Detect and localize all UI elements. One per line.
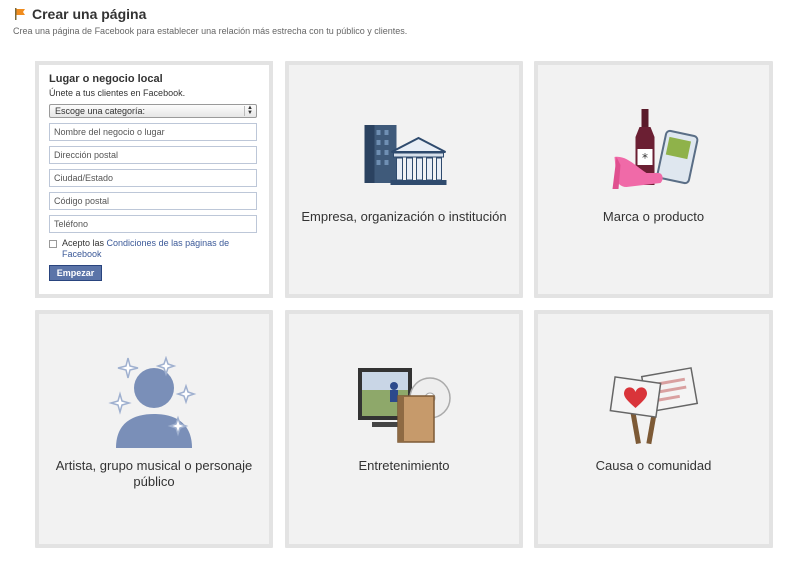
terms-checkbox[interactable]	[49, 240, 57, 248]
signs-icon	[606, 366, 701, 446]
form-title: Lugar o negocio local	[49, 73, 163, 85]
category-label-company: Empresa, organización o institución	[301, 209, 507, 224]
address-field[interactable]	[49, 146, 257, 164]
page-title: Crear una página	[32, 6, 147, 22]
city-field[interactable]	[49, 169, 257, 187]
category-tile-artist[interactable]: Artista, grupo musical o personaje públi…	[35, 310, 273, 548]
category-tile-brand[interactable]: * Marca o producto	[534, 61, 773, 298]
buildings-icon	[357, 120, 452, 190]
category-tile-company[interactable]: Empresa, organización o institución	[285, 61, 523, 298]
postal-code-field[interactable]	[49, 192, 257, 210]
category-select[interactable]: Escoge una categoría: ▲ ▼	[49, 104, 257, 118]
svg-text:*: *	[642, 151, 648, 165]
select-arrows-icon: ▲ ▼	[244, 105, 255, 116]
terms-row: Acepto las Condiciones de las páginas de…	[49, 238, 259, 260]
silhouette-icon	[104, 355, 204, 448]
phone-field[interactable]	[49, 215, 257, 233]
media-icon	[354, 366, 454, 446]
local-business-form: Lugar o negocio local Únete a tus client…	[35, 61, 273, 298]
category-select-label: Escoge una categoría:	[55, 106, 146, 116]
category-tile-cause[interactable]: Causa o comunidad	[534, 310, 773, 548]
flag-icon	[13, 7, 27, 21]
page-subtitle: Crea una página de Facebook para estable…	[13, 26, 408, 36]
terms-prefix: Acepto las	[62, 238, 107, 248]
start-button[interactable]: Empezar	[49, 265, 102, 281]
category-label-artist: Artista, grupo musical o personaje públi…	[55, 458, 253, 489]
category-label-cause: Causa o comunidad	[595, 458, 712, 473]
form-subtitle: Únete a tus clientes en Facebook.	[49, 88, 186, 98]
business-name-field[interactable]	[49, 123, 257, 141]
page-header: Crear una página Crea una página de Face…	[13, 6, 407, 36]
category-tile-entertainment[interactable]: Entretenimiento	[285, 310, 523, 548]
category-label-brand: Marca o producto	[602, 209, 705, 224]
products-icon: *	[606, 107, 701, 197]
category-label-entertainment: Entretenimiento	[358, 458, 450, 473]
terms-text: Acepto las Condiciones de las páginas de…	[62, 238, 259, 260]
